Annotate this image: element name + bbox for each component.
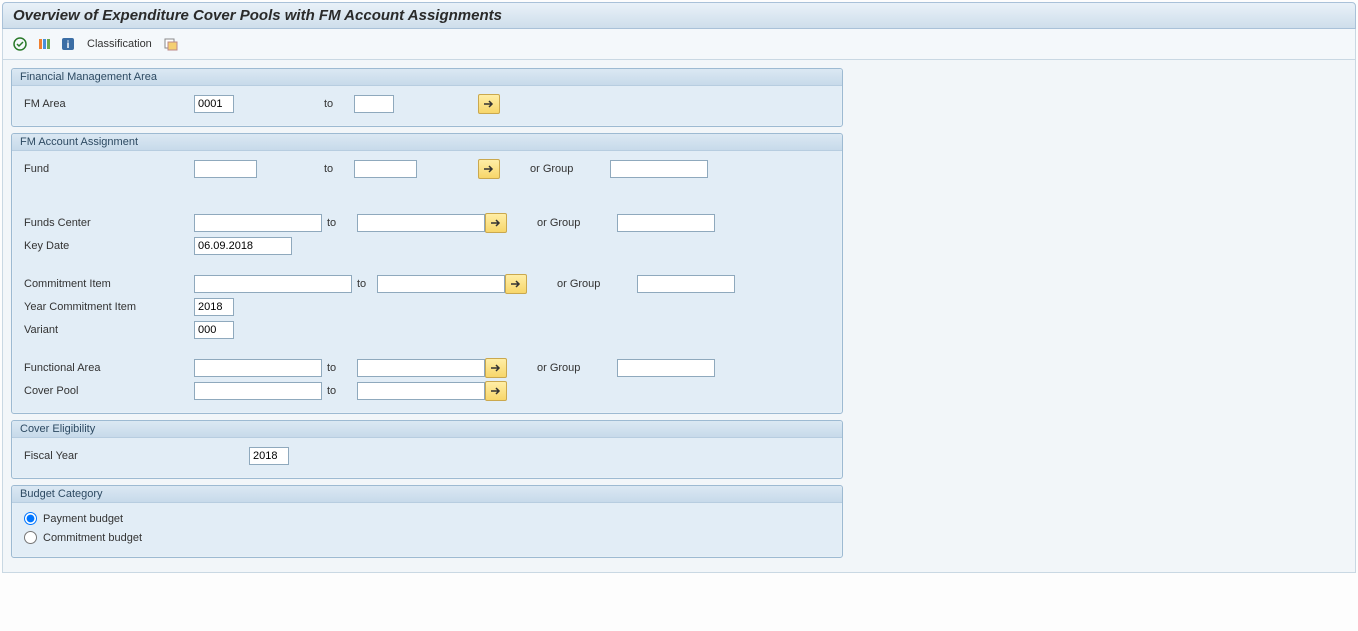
group-fm-area: Financial Management Area FM Area to [11, 68, 843, 127]
fund-label: Fund [20, 163, 194, 175]
functional-area-multi-button[interactable] [485, 358, 507, 378]
fund-from-input[interactable] [194, 160, 257, 178]
functional-area-label: Functional Area [20, 362, 194, 374]
classification-button[interactable]: Classification [83, 38, 156, 50]
commitment-item-label: Commitment Item [20, 278, 194, 290]
year-commitment-item-label: Year Commitment Item [20, 301, 194, 313]
fm-area-label: FM Area [20, 98, 194, 110]
commitment-item-multi-button[interactable] [505, 274, 527, 294]
fund-multi-button[interactable] [478, 159, 500, 179]
to-label: to [327, 362, 357, 374]
commitment-budget-radio[interactable] [24, 531, 37, 544]
to-label: to [324, 163, 354, 175]
variant-label: Variant [20, 324, 194, 336]
info-icon[interactable]: i [59, 35, 77, 53]
svg-text:i: i [67, 40, 70, 51]
funds-center-to-input[interactable] [357, 214, 485, 232]
execute-icon[interactable] [11, 35, 29, 53]
dynamic-selection-icon[interactable] [162, 35, 180, 53]
key-date-input[interactable] [194, 237, 292, 255]
year-commitment-item-input[interactable] [194, 298, 234, 316]
commitment-item-from-input[interactable] [194, 275, 352, 293]
or-group-label: or Group [500, 163, 610, 175]
group-title-fm-account: FM Account Assignment [12, 134, 842, 151]
content-area: Financial Management Area FM Area to FM … [2, 60, 1356, 573]
key-date-label: Key Date [20, 240, 194, 252]
functional-area-group-input[interactable] [617, 359, 715, 377]
group-title-budget-category: Budget Category [12, 486, 842, 503]
fund-group-input[interactable] [610, 160, 708, 178]
group-title-cover-eligibility: Cover Eligibility [12, 421, 842, 438]
commitment-budget-label: Commitment budget [43, 532, 142, 544]
to-label: to [352, 278, 377, 290]
group-fm-account-assignment: FM Account Assignment Fund to or Group [11, 133, 843, 414]
or-group-label: or Group [527, 278, 637, 290]
fm-area-multi-button[interactable] [478, 94, 500, 114]
fund-to-input[interactable] [354, 160, 417, 178]
funds-center-from-input[interactable] [194, 214, 322, 232]
cover-pool-multi-button[interactable] [485, 381, 507, 401]
cover-pool-label: Cover Pool [20, 385, 194, 397]
payment-budget-radio[interactable] [24, 512, 37, 525]
funds-center-label: Funds Center [20, 217, 194, 229]
to-label: to [327, 385, 357, 397]
functional-area-to-input[interactable] [357, 359, 485, 377]
cover-pool-from-input[interactable] [194, 382, 322, 400]
toolbar: i Classification © www.tutorialkart.com [2, 29, 1356, 60]
variant-input[interactable] [194, 321, 234, 339]
or-group-label: or Group [507, 217, 617, 229]
funds-center-multi-button[interactable] [485, 213, 507, 233]
fm-area-to-input[interactable] [354, 95, 394, 113]
functional-area-from-input[interactable] [194, 359, 322, 377]
fiscal-year-input[interactable] [249, 447, 289, 465]
to-label: to [324, 98, 354, 110]
group-budget-category: Budget Category Payment budget Commitmen… [11, 485, 843, 558]
fiscal-year-label: Fiscal Year [20, 450, 249, 462]
or-group-label: or Group [507, 362, 617, 374]
funds-center-group-input[interactable] [617, 214, 715, 232]
fm-area-from-input[interactable] [194, 95, 234, 113]
commitment-item-group-input[interactable] [637, 275, 735, 293]
to-label: to [327, 217, 357, 229]
group-title-fm-area: Financial Management Area [12, 69, 842, 86]
cover-pool-to-input[interactable] [357, 382, 485, 400]
group-cover-eligibility: Cover Eligibility Fiscal Year [11, 420, 843, 479]
variants-icon[interactable] [35, 35, 53, 53]
payment-budget-label: Payment budget [43, 513, 123, 525]
commitment-item-to-input[interactable] [377, 275, 505, 293]
page-title: Overview of Expenditure Cover Pools with… [2, 2, 1356, 29]
